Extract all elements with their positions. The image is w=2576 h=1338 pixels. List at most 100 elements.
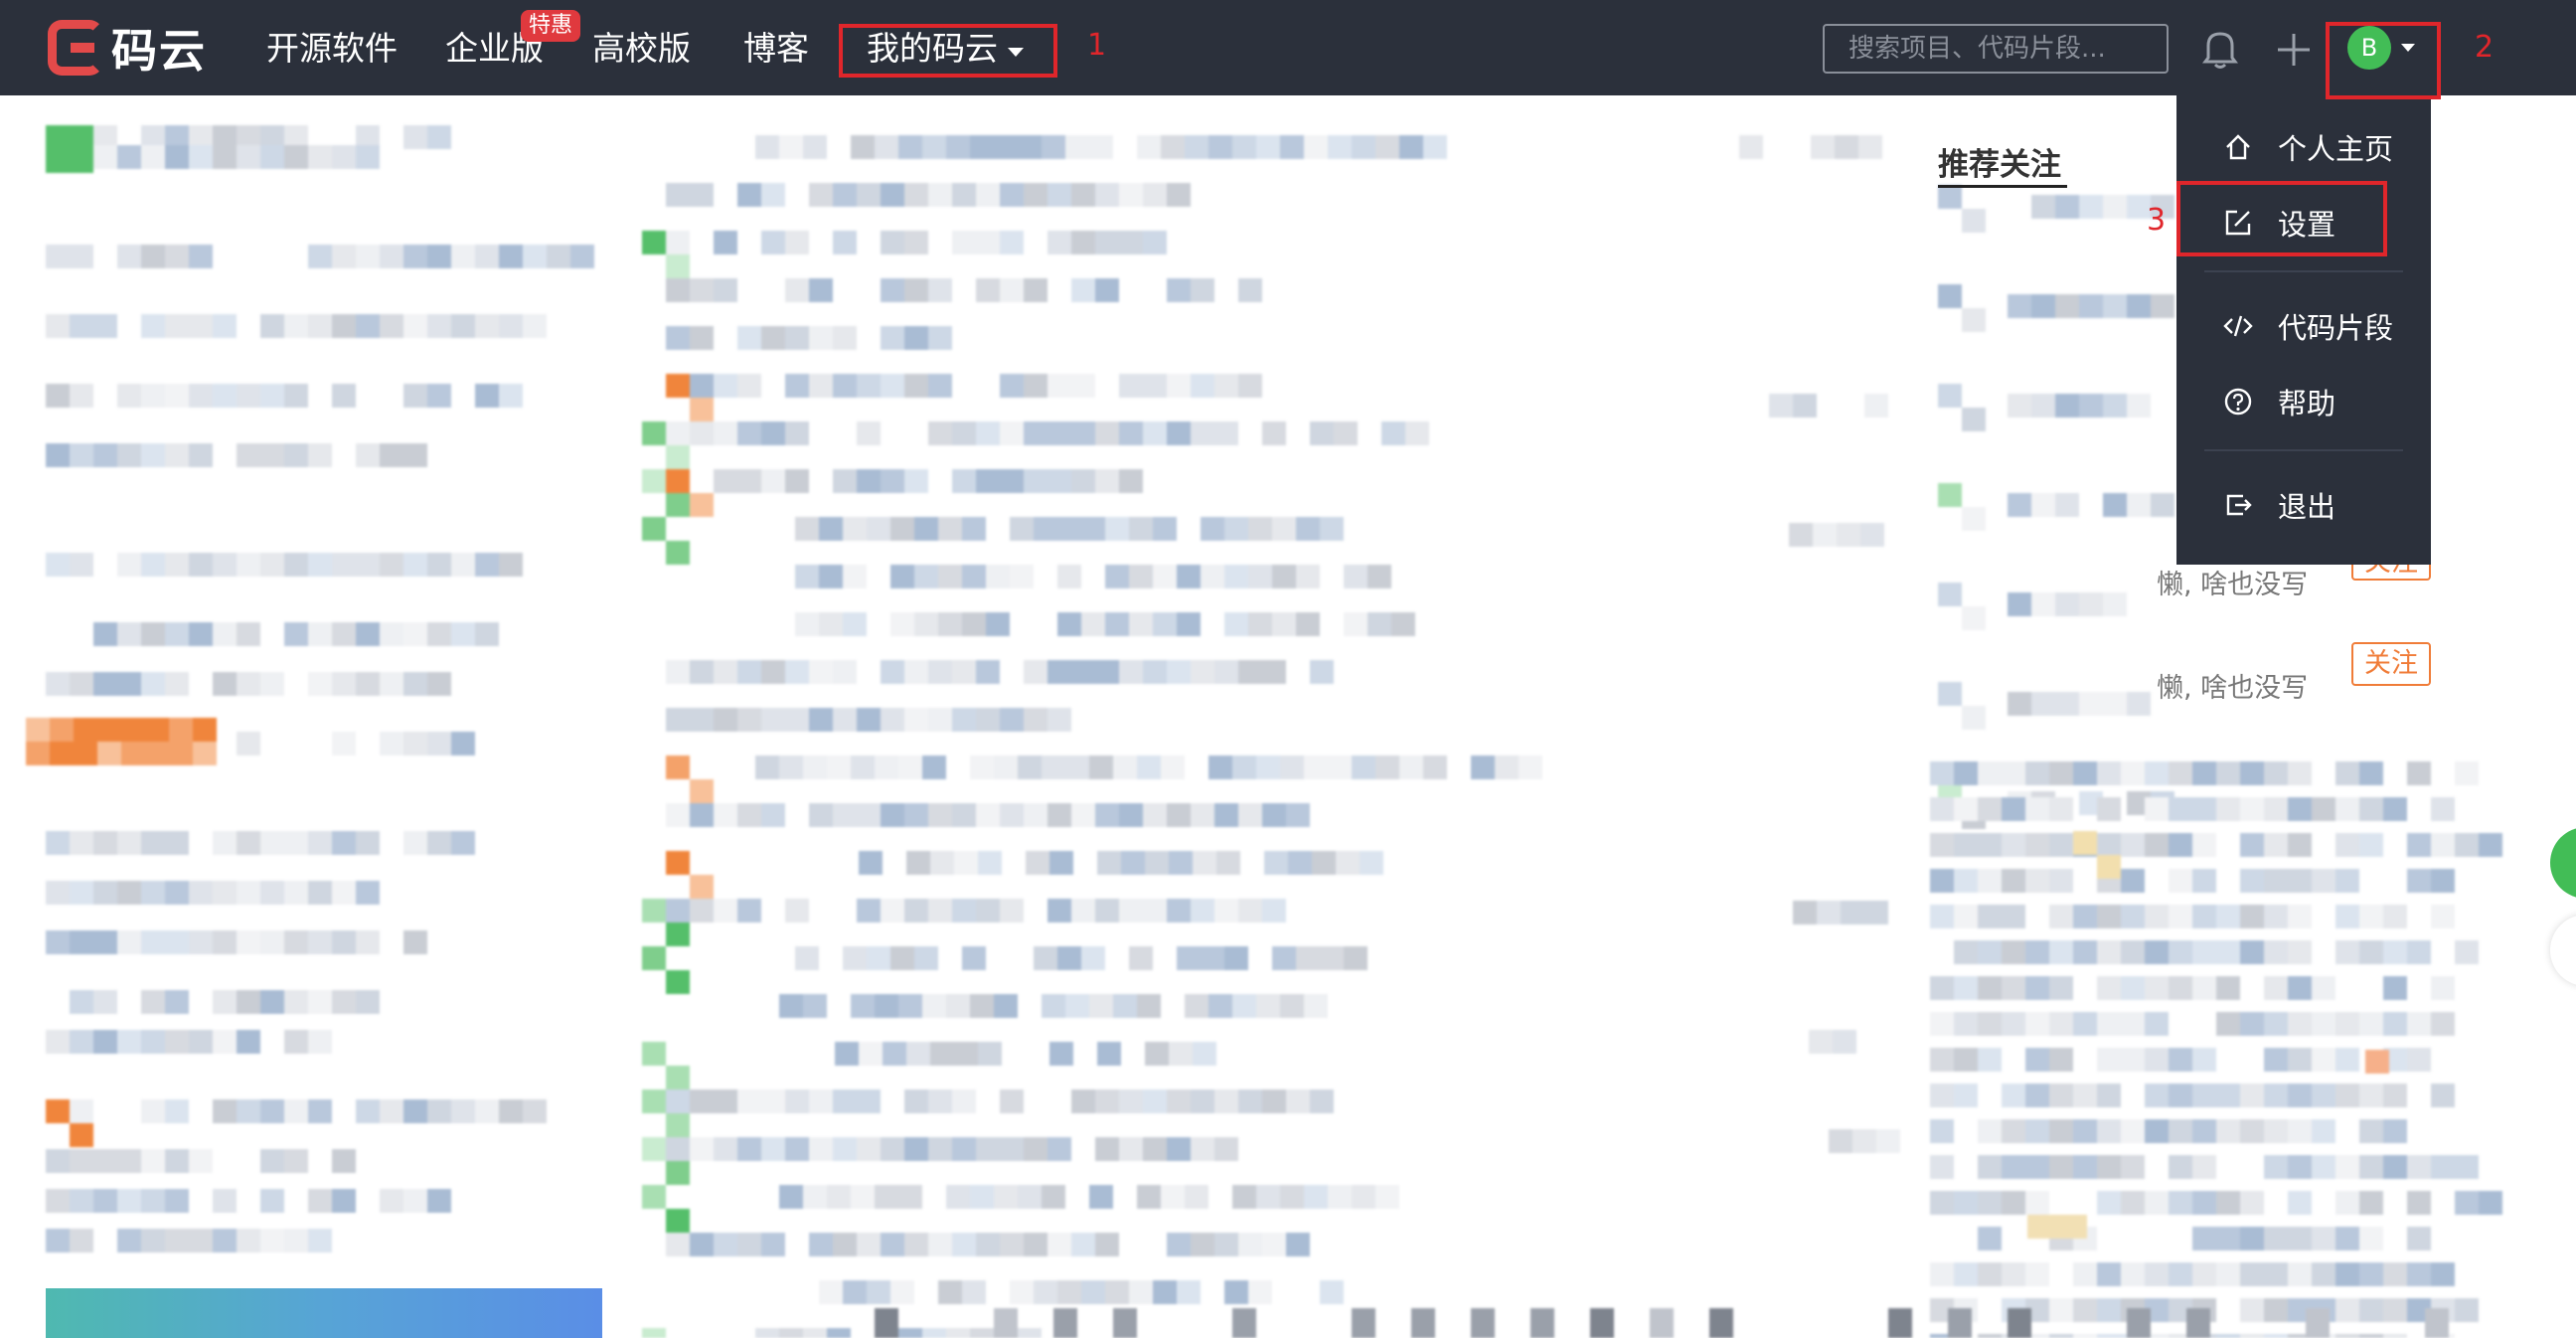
blurred-block	[1930, 1191, 1954, 1215]
blurred-block	[1954, 797, 1978, 821]
blurred-block	[1191, 374, 1214, 398]
recommend-title: 推荐关注	[1938, 147, 2061, 183]
blurred-block	[427, 314, 451, 338]
blurred-block	[380, 1189, 403, 1213]
blurred-block	[928, 1137, 952, 1161]
blurred-block	[851, 755, 875, 779]
blurred-block	[1978, 833, 2002, 857]
blurred-block	[1813, 523, 1837, 547]
blurred-block	[1143, 231, 1167, 254]
blurred-block	[2431, 976, 2455, 1000]
blurred-block	[356, 622, 380, 646]
blurred-block	[141, 1189, 165, 1213]
blurred-block	[2025, 976, 2049, 1000]
blurred-block	[284, 553, 308, 577]
blurred-block	[761, 1233, 785, 1256]
blurred-block	[737, 469, 761, 493]
follow-button[interactable]: 关注	[2351, 642, 2431, 686]
nav-open-source[interactable]: 开源软件	[266, 26, 398, 72]
blurred-block	[2097, 1084, 2121, 1107]
blurred-block	[1978, 905, 2002, 928]
annotation-number-3: 3	[2147, 203, 2167, 238]
blurred-block	[881, 1233, 904, 1256]
blurred-block	[962, 517, 986, 541]
blurred-block	[1057, 517, 1081, 541]
blurred-block	[141, 384, 165, 408]
blurred-block	[427, 1099, 451, 1123]
blurred-block	[165, 1149, 189, 1173]
menu-item-snippets[interactable]: 代码片段	[2176, 296, 2431, 356]
blurred-block	[141, 1149, 165, 1173]
blurred-block	[803, 994, 827, 1018]
blurred-block	[952, 1137, 976, 1161]
blurred-block	[70, 672, 93, 696]
blurred-block	[2121, 976, 2145, 1000]
blurred-block	[666, 421, 690, 445]
blurred-block	[403, 443, 427, 467]
menu-item-profile[interactable]: 个人主页	[2176, 117, 2431, 177]
site-logo[interactable]: 码云	[48, 18, 207, 78]
menu-item-logout[interactable]: 退出	[2176, 475, 2431, 535]
blurred-block	[833, 660, 857, 684]
blurred-block	[666, 1209, 690, 1233]
blurred-block	[642, 231, 666, 254]
blurred-block	[785, 278, 809, 302]
nav-education[interactable]: 高校版	[592, 26, 691, 72]
blurred-block	[714, 1089, 737, 1113]
blurred-block	[2073, 1119, 2097, 1143]
blurred-block	[809, 708, 833, 732]
blurred-block	[523, 245, 547, 268]
blurred-block	[1368, 565, 1391, 588]
blurred-block	[2097, 761, 2121, 785]
blurred-block	[1119, 183, 1143, 207]
blurred-block	[2079, 294, 2103, 318]
blurred-block	[795, 612, 819, 636]
blurred-block	[1238, 278, 1262, 302]
search-input[interactable]	[1823, 24, 2169, 74]
menu-item-help[interactable]: 帮助	[2176, 372, 2431, 431]
blurred-block	[1954, 1262, 1978, 1286]
blurred-block	[690, 421, 714, 445]
blurred-block	[890, 1280, 914, 1304]
blurred-block	[857, 1089, 881, 1113]
blurred-block	[2008, 493, 2031, 517]
blurred-block	[499, 1099, 523, 1123]
blurred-block	[1169, 1042, 1193, 1066]
blurred-block	[2169, 1262, 2192, 1286]
blurred-block	[2359, 1191, 2383, 1215]
blurred-block	[2031, 394, 2055, 418]
blurred-block	[1978, 869, 2002, 893]
blurred-block	[1214, 1137, 1238, 1161]
blurred-block	[308, 1189, 332, 1213]
nav-blog[interactable]: 博客	[743, 26, 809, 72]
promo-banner[interactable]	[46, 1288, 602, 1338]
blurred-block	[809, 803, 833, 827]
blurred-block	[904, 183, 928, 207]
blurred-block	[666, 1137, 690, 1161]
blurred-block	[875, 1308, 898, 1338]
blurred-block	[1238, 1089, 1262, 1113]
blurred-block	[1057, 565, 1081, 588]
menu-item-label: 退出	[2278, 490, 2336, 524]
blurred-block	[1232, 135, 1256, 159]
blurred-block	[1888, 1308, 1912, 1338]
blurred-block	[1097, 851, 1121, 875]
blurred-block	[898, 135, 922, 159]
blurred-block	[2216, 1334, 2240, 1338]
blurred-block	[690, 493, 714, 517]
blurred-block	[427, 125, 451, 149]
blurred-block	[898, 994, 922, 1018]
blurred-block	[380, 672, 403, 696]
blurred-block	[1320, 1280, 1344, 1304]
blurred-block	[2008, 1308, 2031, 1338]
blurred-block	[690, 398, 714, 421]
blurred-block	[2097, 1191, 2121, 1215]
blurred-block	[2049, 940, 2073, 964]
bell-icon[interactable]	[2200, 26, 2240, 72]
blurred-block	[213, 384, 237, 408]
blurred-block	[2049, 1048, 2073, 1072]
blurred-block	[1161, 755, 1185, 779]
plus-icon[interactable]	[2274, 30, 2314, 70]
blurred-block	[70, 881, 93, 905]
blurred-block	[1081, 612, 1105, 636]
